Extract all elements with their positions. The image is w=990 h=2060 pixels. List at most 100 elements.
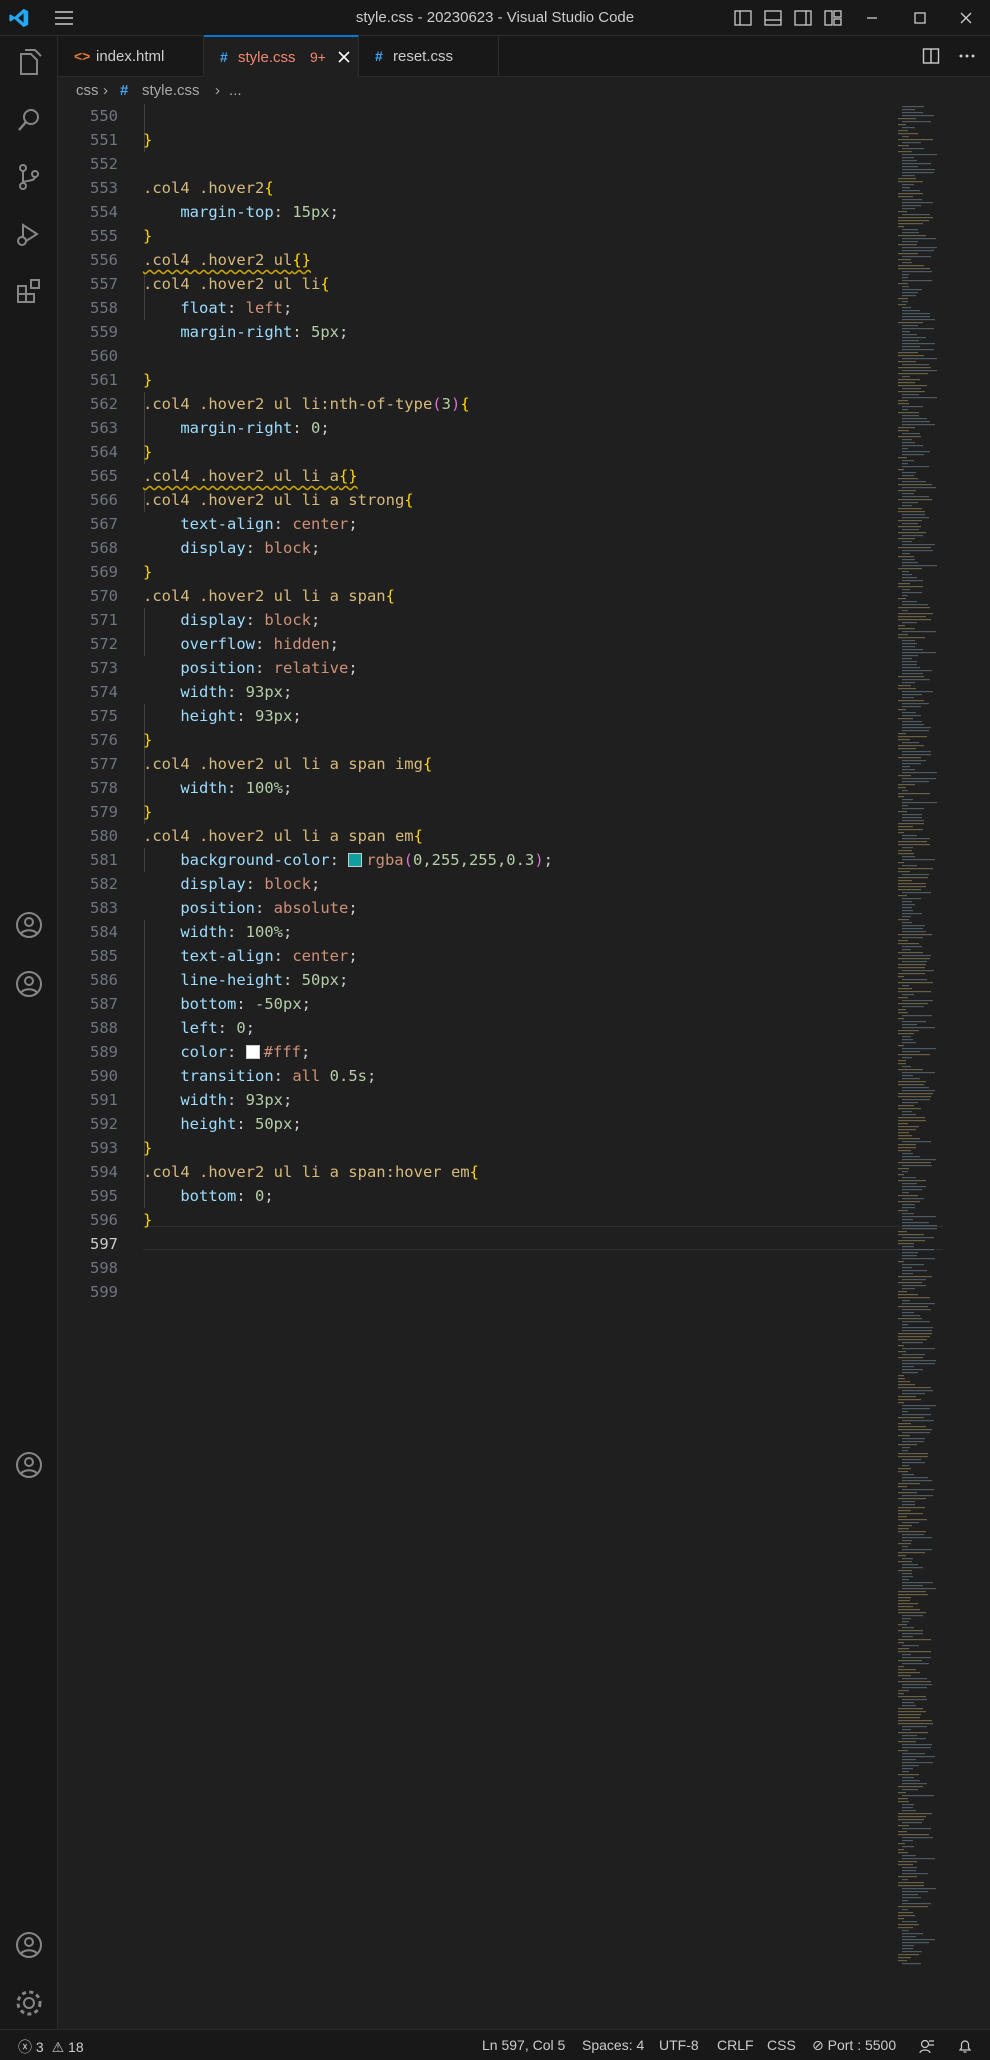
tab-style-css[interactable]: # style.css 9+ [204,35,359,77]
minimap-line [902,262,912,264]
tab-reset-css[interactable]: # reset.css [359,36,499,77]
minimap-line [898,520,922,522]
minimap-line [902,937,923,939]
notifications-bell-icon[interactable] [957,2038,973,2054]
minimap-line [902,442,915,444]
minimap-line [902,157,914,159]
minimap-line [902,340,919,342]
extensions-icon[interactable] [12,274,46,308]
minimap-line [898,1651,931,1653]
maximize-icon[interactable] [910,8,930,28]
minimap-line [898,976,904,978]
explorer-icon[interactable] [12,46,46,80]
minimap-line [902,1576,913,1578]
encoding-status[interactable]: UTF-8 [659,2037,699,2053]
cursor-position[interactable]: Ln 597, Col 5 [482,2037,565,2053]
minimap-line [898,1843,905,1845]
account-icon[interactable] [12,967,46,1001]
minimap-line [902,328,934,330]
minimap-line [902,838,930,840]
minimap-line [902,769,915,771]
minimap-line [898,427,915,429]
minimap-line [902,409,908,411]
minimap-line [902,1090,935,1092]
minimap-line [902,1687,927,1689]
source-control-icon[interactable] [12,160,46,194]
minimap-line [902,424,935,426]
minimap-line [898,1882,924,1884]
minimap-line [898,400,908,402]
code-line: .col4 .hover2 ul li a strong{ [143,491,414,509]
minimap-line [902,835,917,837]
account-icon[interactable] [12,1448,46,1482]
minimap-line [898,1483,920,1485]
minimap-line [898,967,925,969]
minimap-line [898,1138,920,1140]
minimap-line [902,1636,913,1638]
minimap-line [898,1375,904,1377]
color-swatch[interactable] [348,853,363,867]
minimap-line [898,133,918,135]
live-server-status[interactable]: ⊘ Port : 5500 [812,2037,896,2054]
minimap-line [902,271,932,273]
minimap-line [902,928,923,930]
eol-status[interactable]: CRLF [717,2037,754,2053]
language-mode[interactable]: CSS [767,2037,796,2053]
code-line: position: relative; [180,659,358,677]
search-icon[interactable] [12,103,46,137]
accounts-icon[interactable] [12,1928,46,1962]
minimap-line [902,349,934,351]
close-tab-icon[interactable] [337,50,351,64]
manage-gear-icon[interactable] [12,1986,46,2020]
minimap-line [898,322,923,324]
code-editor[interactable]: 550 551 552 553 554 555 556 557 558 559 560 561 562 5… [58,104,990,2029]
minimap-line [898,964,926,966]
minimap-line [902,541,912,543]
problems-status[interactable]: ⓧ 3 ⚠ 18 [18,2037,84,2057]
minimap[interactable] [897,104,975,2029]
feedback-icon[interactable] [919,2038,935,2054]
breadcrumb-folder[interactable]: css [76,82,99,99]
line-number: 568 [90,539,118,557]
warning-icon: ⚠ [51,2039,65,2055]
toggle-primary-sidebar-icon[interactable] [733,8,753,28]
minimap-line [898,1849,904,1851]
minimap-line [902,1405,936,1407]
color-swatch[interactable] [245,1045,260,1059]
title-bar: style.css - 20230623 - Visual Studio Cod… [0,0,990,36]
minimap-line [898,361,916,363]
minimap-line [902,778,936,780]
breadcrumb-file[interactable]: style.css [142,82,200,99]
minimap-line [902,970,934,972]
minimap-line [902,319,935,321]
minimap-line [898,628,915,630]
minimap-line [902,421,930,423]
breadcrumb-symbol[interactable]: ... [229,82,242,99]
minimap-line [902,1141,931,1143]
minimap-line [898,1357,923,1359]
minimap-line [898,982,933,984]
account-icon[interactable] [12,908,46,942]
minimap-line [902,1537,932,1539]
toggle-panel-icon[interactable] [763,8,783,28]
minimap-line [898,1306,928,1308]
minimap-line [902,1051,920,1053]
vertical-scrollbar[interactable] [975,104,990,2029]
close-window-icon[interactable] [956,8,976,28]
css-file-icon: # [220,49,228,65]
run-and-debug-icon[interactable] [12,217,46,251]
minimap-line [902,916,911,918]
split-editor-icon[interactable] [922,47,940,65]
minimap-line [902,1534,924,1536]
toggle-secondary-sidebar-icon[interactable] [793,8,813,28]
more-actions-icon[interactable] [958,47,976,65]
minimap-line [898,478,918,480]
minimap-line [898,1243,914,1245]
minimap-line [902,1057,912,1059]
code-line: } [143,803,153,821]
minimap-line [898,1417,924,1419]
tab-index-html[interactable]: <> index.html [58,36,204,77]
customize-layout-icon[interactable] [823,8,843,28]
indentation-status[interactable]: Spaces: 4 [582,2037,644,2053]
minimize-icon[interactable] [862,8,882,28]
